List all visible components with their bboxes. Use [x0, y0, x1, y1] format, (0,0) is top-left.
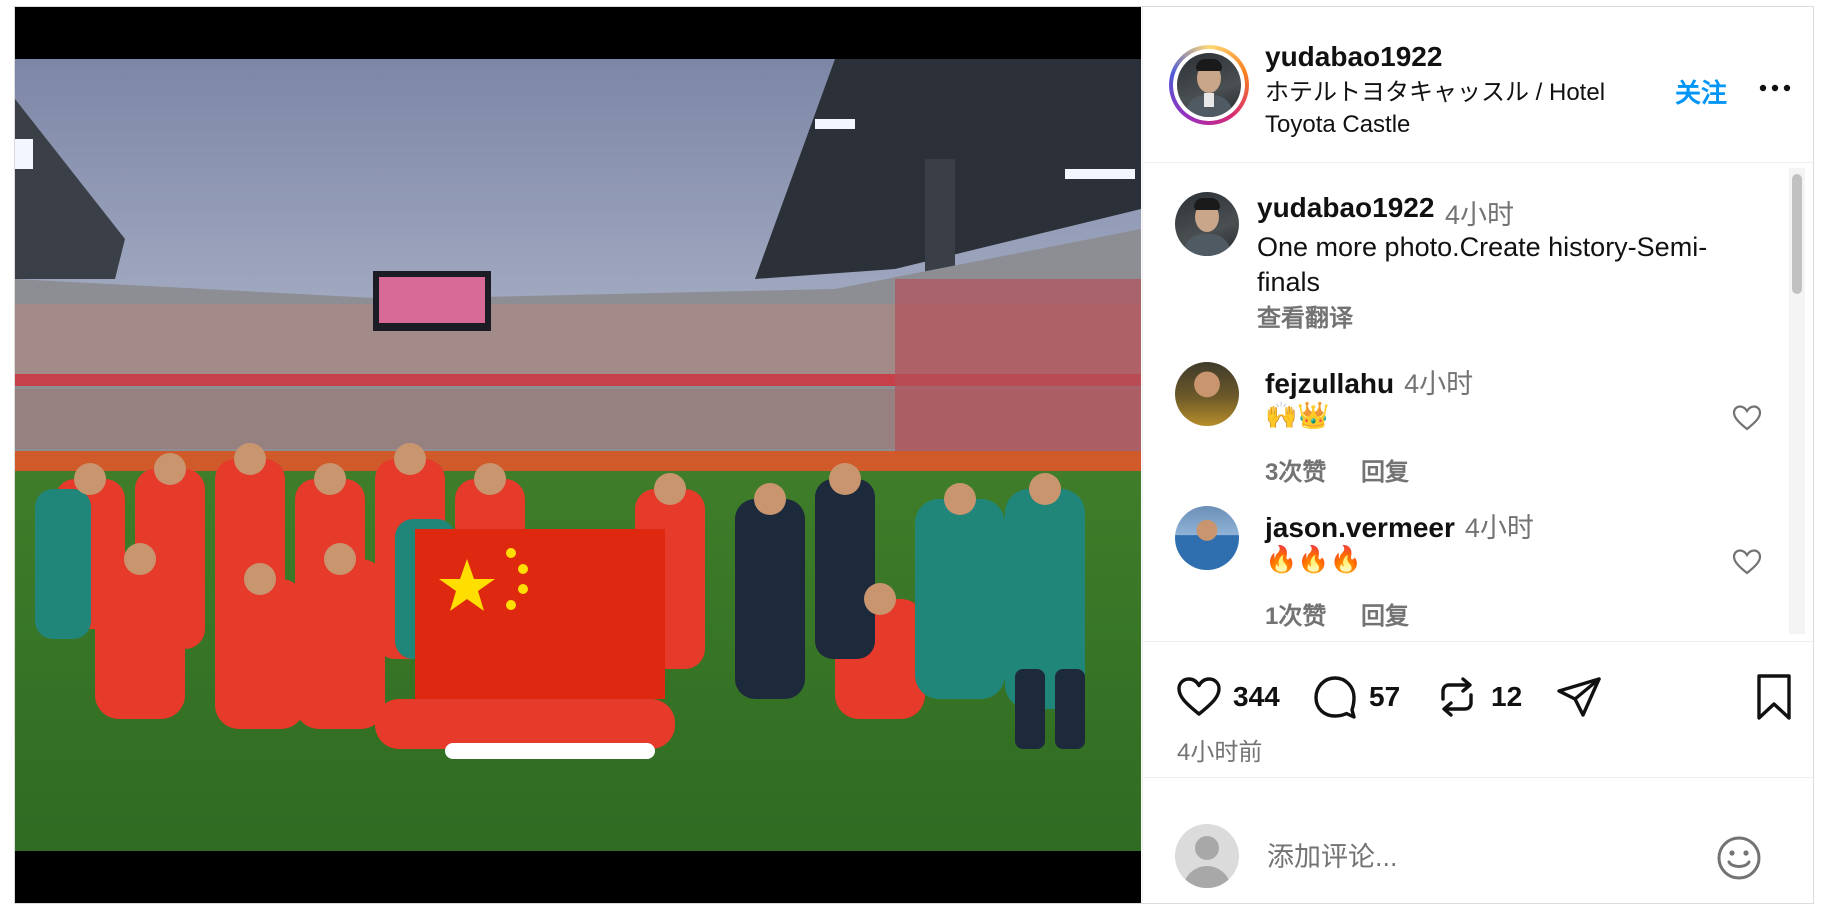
comment-username-text[interactable]: fejzullahu — [1265, 368, 1394, 399]
comment-reply-button[interactable]: 回复 — [1361, 603, 1409, 630]
post-location[interactable]: ホテルトヨタキャッスル / Hotel Toyota Castle — [1265, 77, 1645, 141]
comment-text: 🔥🔥🔥 — [1265, 544, 1363, 574]
team-photo-image — [15, 59, 1141, 851]
comment-bubble-icon[interactable] — [1311, 673, 1359, 721]
media-letterbox-top — [15, 7, 1141, 59]
comment-avatar[interactable] — [1175, 362, 1239, 426]
like-count[interactable]: 344 — [1233, 681, 1280, 713]
comments-section[interactable]: yudabao1922 4小时 One more photo.Create hi… — [1143, 164, 1813, 640]
repost-action[interactable]: 12 — [1433, 672, 1522, 722]
current-user-avatar — [1175, 824, 1239, 888]
media-letterbox-bottom — [15, 851, 1141, 903]
caption-avatar[interactable] — [1175, 192, 1239, 256]
see-translation-link[interactable]: 查看翻译 — [1257, 298, 1353, 333]
team-photo[interactable] — [15, 59, 1141, 851]
comment-reply-button[interactable]: 回复 — [1361, 459, 1409, 486]
comment-input[interactable] — [1265, 836, 1689, 878]
comment-time: 4小时 — [1464, 513, 1534, 543]
caption-time[interactable]: 4小时 — [1445, 193, 1514, 232]
comment-meta: 3次赞 回复 — [1265, 452, 1437, 487]
bookmark-icon[interactable] — [1753, 672, 1795, 722]
comment-likes[interactable]: 3次赞 — [1265, 459, 1326, 486]
author-username[interactable]: yudabao1922 — [1265, 41, 1442, 73]
repost-icon[interactable] — [1433, 673, 1481, 721]
like-action[interactable]: 344 — [1175, 672, 1280, 722]
comment-likes[interactable]: 1次赞 — [1265, 603, 1326, 630]
comment-item: fejzullahu 4小时 🙌👑 3次赞 回复 — [1143, 362, 1813, 502]
author-avatar[interactable] — [1169, 45, 1249, 125]
comments-scrollbar[interactable] — [1789, 168, 1805, 634]
heart-icon[interactable] — [1175, 673, 1223, 721]
comment-text: 🙌👑 — [1265, 400, 1330, 430]
send-icon[interactable] — [1555, 673, 1603, 721]
comment-item: jason.vermeer 4小时 🔥🔥🔥 1次赞 回复 — [1143, 506, 1813, 640]
post-media[interactable] — [15, 7, 1141, 903]
follow-button[interactable]: 关注 — [1675, 73, 1727, 110]
more-options-icon[interactable] — [1755, 73, 1795, 103]
share-action[interactable] — [1555, 672, 1603, 722]
comment-meta: 1次赞 回复 — [1265, 596, 1437, 631]
comment-username-text[interactable]: jason.vermeer — [1265, 512, 1455, 543]
comment-heart-icon[interactable] — [1731, 402, 1763, 434]
comment-avatar[interactable] — [1175, 506, 1239, 570]
comment-count: 57 — [1369, 681, 1401, 712]
comment-time: 4小时 — [1404, 369, 1474, 399]
caption-username[interactable]: yudabao1922 — [1257, 192, 1434, 224]
emoji-icon[interactable] — [1715, 834, 1763, 882]
comment-username[interactable]: fejzullahu 4小时 — [1265, 362, 1473, 401]
comments-scrollbar-thumb[interactable] — [1792, 174, 1802, 294]
comment-composer — [1143, 777, 1813, 903]
author-avatar-image — [1177, 53, 1241, 117]
post-dialog: yudabao1922 ホテルトヨタキャッスル / Hotel Toyota C… — [14, 6, 1814, 904]
post-timestamp[interactable]: 4小时前 — [1177, 732, 1262, 767]
caption-text: One more photo.Create history-Semi-final… — [1257, 232, 1708, 297]
comment-action[interactable]: 57 — [1311, 672, 1400, 722]
comment-heart-icon[interactable] — [1731, 546, 1763, 578]
repost-count: 12 — [1491, 681, 1523, 712]
post-header: yudabao1922 ホテルトヨタキャッスル / Hotel Toyota C… — [1143, 7, 1813, 163]
post-actions: 344 57 12 4小时前 — [1143, 641, 1813, 766]
post-sidebar: yudabao1922 ホテルトヨタキャッスル / Hotel Toyota C… — [1142, 7, 1813, 903]
comment-username[interactable]: jason.vermeer 4小时 — [1265, 506, 1534, 545]
